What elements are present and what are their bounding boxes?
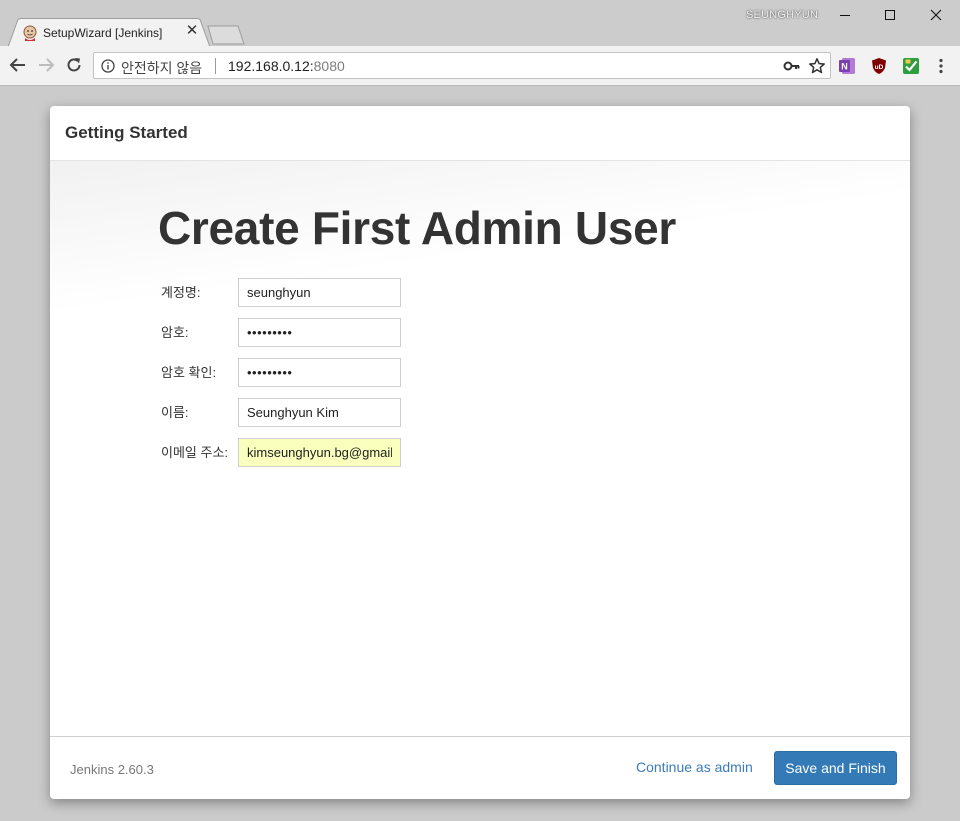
tab-close-icon[interactable]: ✕ <box>184 23 200 39</box>
setup-wizard-dialog: Getting Started Create First Admin User … <box>50 106 910 799</box>
key-icon[interactable] <box>783 58 801 74</box>
svg-text:uD: uD <box>875 64 884 71</box>
window-titlebar: SetupWizard [Jenkins] ✕ SEUNGHYUN <box>0 0 960 48</box>
profile-name[interactable]: SEUNGHYUN <box>746 9 818 21</box>
url-separator <box>215 58 216 74</box>
minimize-button[interactable] <box>822 0 868 30</box>
password-confirm-input[interactable] <box>238 358 401 387</box>
info-icon[interactable] <box>101 59 115 73</box>
browser-toolbar: 안전하지 않음 192.168.0.12:8080 N uD <box>0 46 960 86</box>
tab-title: SetupWizard [Jenkins] <box>43 26 163 40</box>
form-row-password: 암호: <box>161 318 461 348</box>
dialog-body: Create First Admin User 계정명: 암호: 암호 확인: … <box>50 161 910 736</box>
username-label: 계정명: <box>161 285 201 300</box>
url-host: 192.168.0.12: <box>228 58 314 74</box>
browser-menu-icon[interactable] <box>932 57 950 75</box>
form-row-password-confirm: 암호 확인: <box>161 358 461 388</box>
forward-button[interactable] <box>36 55 56 75</box>
dialog-header: Getting Started <box>50 106 910 161</box>
email-label: 이메일 주소: <box>161 445 229 460</box>
username-input[interactable] <box>238 278 401 307</box>
form-row-email: 이메일 주소: <box>161 438 461 468</box>
back-arrow-icon <box>9 58 25 72</box>
maximize-button[interactable] <box>867 0 913 30</box>
reload-icon <box>67 58 81 72</box>
close-icon <box>930 9 942 21</box>
continue-as-admin-link[interactable]: Continue as admin <box>636 759 753 775</box>
jenkins-butler-icon <box>22 25 38 41</box>
password-label: 암호: <box>161 325 189 340</box>
password-input[interactable] <box>238 318 401 347</box>
bookmark-star-icon[interactable] <box>808 57 826 75</box>
url-port: 8080 <box>313 58 345 74</box>
dialog-title: Getting Started <box>65 123 188 142</box>
maximize-icon <box>885 10 895 20</box>
green-extension-icon[interactable] <box>902 57 920 75</box>
onenote-extension-icon[interactable]: N <box>838 57 856 75</box>
page-viewport: Getting Started Create First Admin User … <box>0 86 960 821</box>
form-row-fullname: 이름: <box>161 398 461 428</box>
url-text[interactable]: 192.168.0.12:8080 <box>228 58 345 74</box>
version-label: Jenkins 2.60.3 <box>70 762 154 777</box>
form-row-username: 계정명: <box>161 278 461 308</box>
new-tab-button[interactable] <box>207 25 247 45</box>
address-bar[interactable]: 안전하지 않음 192.168.0.12:8080 <box>93 52 831 79</box>
reload-button[interactable] <box>64 55 84 75</box>
email-input[interactable] <box>238 438 401 467</box>
fullname-label: 이름: <box>161 405 189 420</box>
security-label[interactable]: 안전하지 않음 <box>121 58 202 78</box>
forward-arrow-icon <box>39 58 55 72</box>
fullname-input[interactable] <box>238 398 401 427</box>
window-close-button[interactable] <box>913 0 959 30</box>
dialog-footer: Jenkins 2.60.3 Continue as admin Save an… <box>50 736 910 799</box>
svg-text:N: N <box>841 62 848 72</box>
back-button[interactable] <box>8 55 28 75</box>
minimize-icon <box>840 15 850 16</box>
save-and-finish-button[interactable]: Save and Finish <box>774 751 897 785</box>
ublock-extension-icon[interactable]: uD <box>870 57 888 75</box>
password-confirm-label: 암호 확인: <box>161 365 217 380</box>
browser-tab-active[interactable]: SetupWizard [Jenkins] ✕ <box>8 18 210 48</box>
page-title: Create First Admin User <box>158 202 676 254</box>
